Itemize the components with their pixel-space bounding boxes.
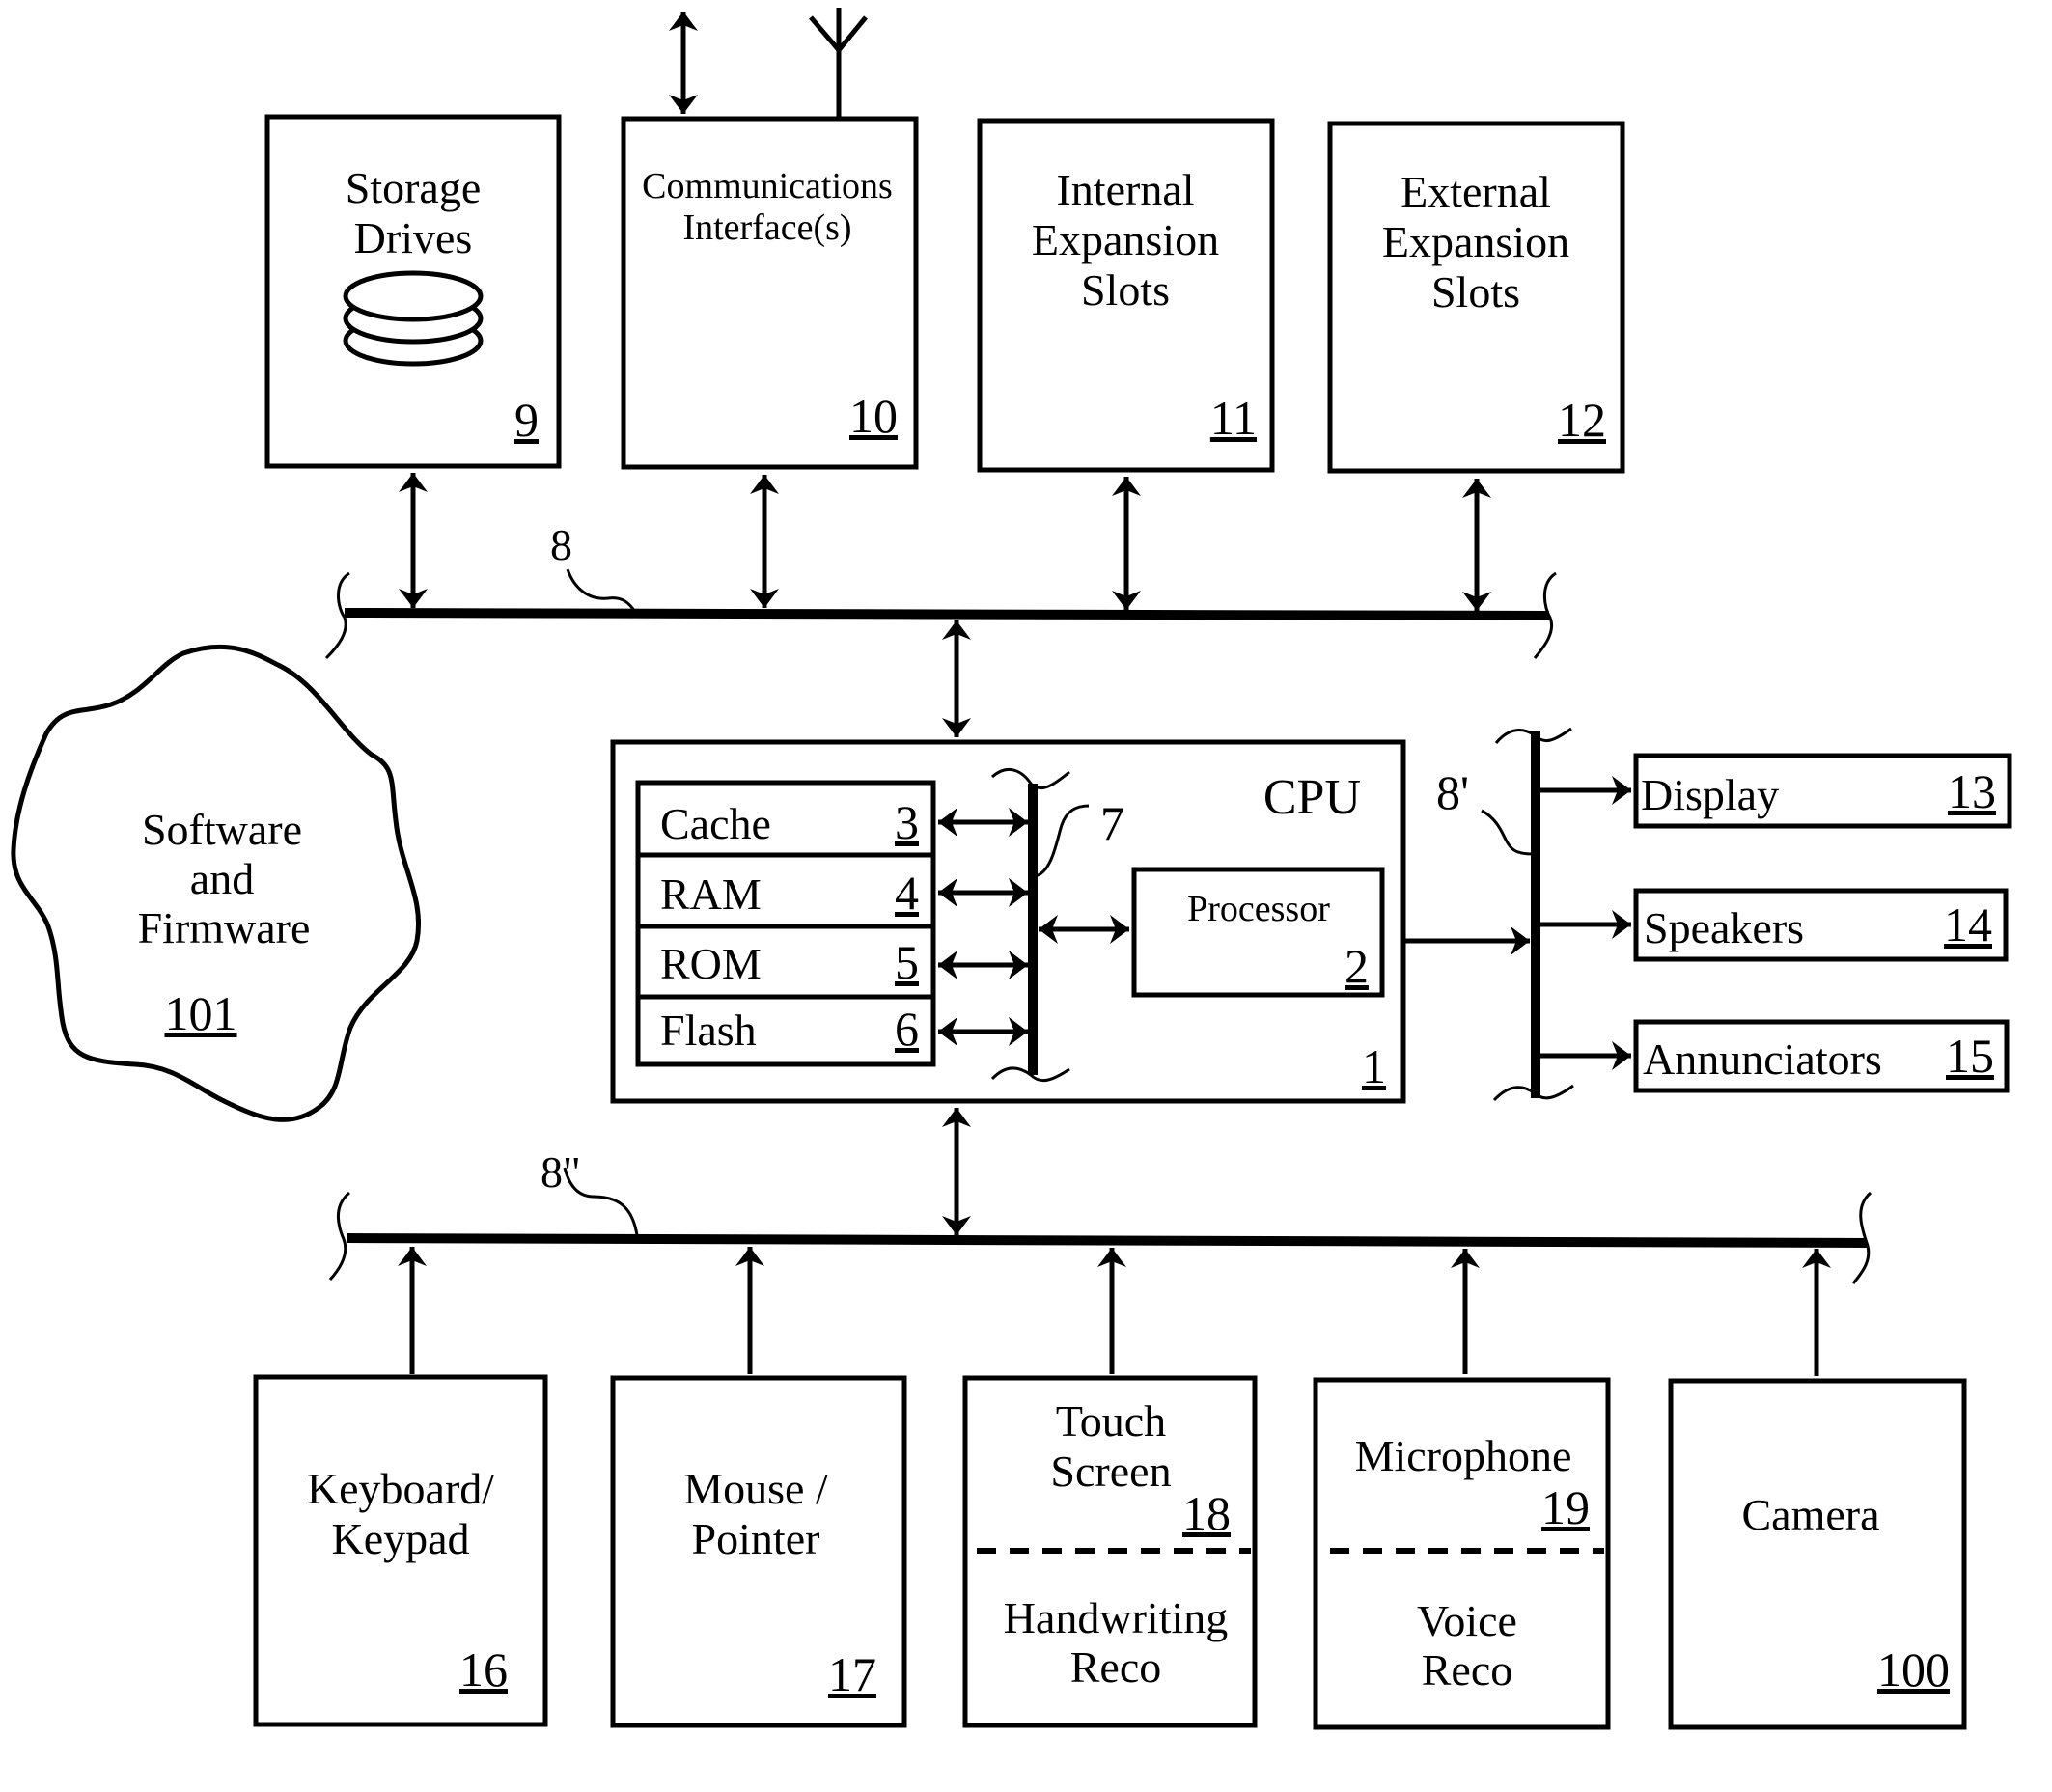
input-bus: 8" [328, 1147, 1872, 1284]
svg-text:Cache: Cache [660, 799, 771, 848]
annunciators-block: Annunciators 15 [1633, 1019, 2010, 1093]
svg-text:18: 18 [1182, 1486, 1231, 1540]
memory-stack: Cache 3 RAM 4 ROM 5 Flash 6 [635, 780, 936, 1067]
svg-text:and: and [190, 854, 254, 903]
internal-expansion-ref: 11 [1210, 391, 1257, 445]
svg-text:Expansion: Expansion [1382, 217, 1569, 266]
svg-text:Mouse /: Mouse / [683, 1464, 828, 1513]
system-bus-leader [566, 568, 637, 613]
svg-text:Reco: Reco [1070, 1642, 1162, 1692]
cpu-title: CPU [1263, 770, 1361, 825]
svg-text:14: 14 [1944, 897, 1992, 951]
software-ref: 101 [165, 986, 237, 1040]
svg-text:Processor: Processor [1187, 889, 1330, 929]
cpu-ref: 1 [1362, 1039, 1386, 1093]
svg-text:Screen: Screen [1050, 1447, 1171, 1496]
svg-text:Keypad: Keypad [331, 1514, 469, 1563]
svg-text:6: 6 [895, 1002, 919, 1056]
system-bus-ref: 8 [550, 520, 572, 569]
svg-text:Flash: Flash [660, 1006, 757, 1055]
svg-text:Pointer: Pointer [692, 1514, 820, 1563]
internal-bus-ref: 7 [1100, 796, 1124, 850]
svg-text:External: External [1400, 167, 1551, 216]
input-bus-ref: 8" [541, 1147, 581, 1197]
cpu-block: CPU 1 Cache 3 RAM 4 ROM 5 Flash 6 7 Proc… [610, 739, 1406, 1104]
svg-text:Slots: Slots [1431, 267, 1520, 317]
svg-text:Keyboard/: Keyboard/ [307, 1464, 494, 1513]
svg-text:Interface(s): Interface(s) [682, 207, 851, 248]
svg-text:13: 13 [1948, 764, 1996, 818]
mouse-pointer-block: Mouse / Pointer 17 [610, 1375, 907, 1728]
voice-recognition-section: Voice Reco [1417, 1596, 1517, 1695]
output-bus: 8' [1436, 727, 1574, 1102]
svg-text:4: 4 [895, 866, 919, 920]
camera-block: Camera 100 [1668, 1378, 1967, 1730]
svg-text:100: 100 [1877, 1642, 1950, 1696]
svg-text:3: 3 [895, 795, 919, 849]
svg-text:Expansion: Expansion [1032, 215, 1219, 264]
svg-text:16: 16 [459, 1642, 508, 1696]
architecture-diagram: 8 Storage Drives 9 Communications Interf… [11, 8, 2012, 1730]
svg-text:Software: Software [142, 805, 302, 854]
communications-interface-block: Communications Interface(s) 10 [621, 116, 919, 470]
svg-text:5: 5 [895, 935, 919, 989]
display-block: Display 13 [1633, 753, 2012, 829]
svg-text:Voice: Voice [1417, 1596, 1517, 1645]
speakers-block: Speakers 14 [1633, 888, 2009, 962]
external-expansion-slots-block: External Expansion Slots 12 [1327, 121, 1625, 474]
storage-ref: 9 [514, 393, 539, 447]
svg-text:Camera: Camera [1741, 1490, 1879, 1539]
svg-text:Display: Display [1641, 770, 1779, 819]
svg-text:Firmware: Firmware [138, 903, 311, 952]
svg-text:Microphone: Microphone [1355, 1431, 1572, 1480]
svg-text:Drives: Drives [354, 213, 473, 262]
svg-text:Slots: Slots [1081, 265, 1170, 315]
svg-text:Handwriting: Handwriting [1004, 1593, 1229, 1642]
svg-text:ROM: ROM [660, 939, 762, 988]
svg-text:Internal: Internal [1056, 165, 1194, 214]
svg-text:Reco: Reco [1422, 1645, 1513, 1695]
keyboard-keypad-block: Keyboard/ Keypad 16 [253, 1374, 548, 1727]
svg-text:Communications: Communications [642, 166, 893, 207]
svg-text:Storage: Storage [346, 163, 482, 212]
system-bus: 8 [324, 520, 1557, 660]
communications-ref: 10 [849, 389, 898, 443]
svg-text:19: 19 [1541, 1480, 1590, 1534]
svg-text:17: 17 [828, 1647, 876, 1701]
output-bus-ref: 8' [1436, 765, 1469, 819]
processor-block: Processor 2 [1131, 867, 1385, 998]
storage-drives-block: Storage Drives 9 [264, 114, 562, 469]
external-expansion-ref: 12 [1558, 393, 1606, 447]
processor-ref: 2 [1345, 939, 1369, 993]
disk-stack-icon [343, 270, 484, 367]
svg-text:Touch: Touch [1056, 1396, 1166, 1446]
svg-text:15: 15 [1946, 1029, 1994, 1083]
internal-expansion-slots-block: Internal Expansion Slots 11 [977, 118, 1275, 473]
antenna-icon [809, 8, 868, 117]
software-firmware-cloud: Software and Firmware 101 [11, 644, 421, 1122]
svg-text:RAM: RAM [660, 869, 762, 919]
svg-text:Speakers: Speakers [1644, 903, 1804, 952]
touch-screen-block: Touch Screen 18 Handwriting Reco [962, 1375, 1258, 1728]
microphone-block: Microphone 19 Voice Reco [1313, 1377, 1611, 1730]
svg-text:Annunciators: Annunciators [1643, 1034, 1882, 1084]
